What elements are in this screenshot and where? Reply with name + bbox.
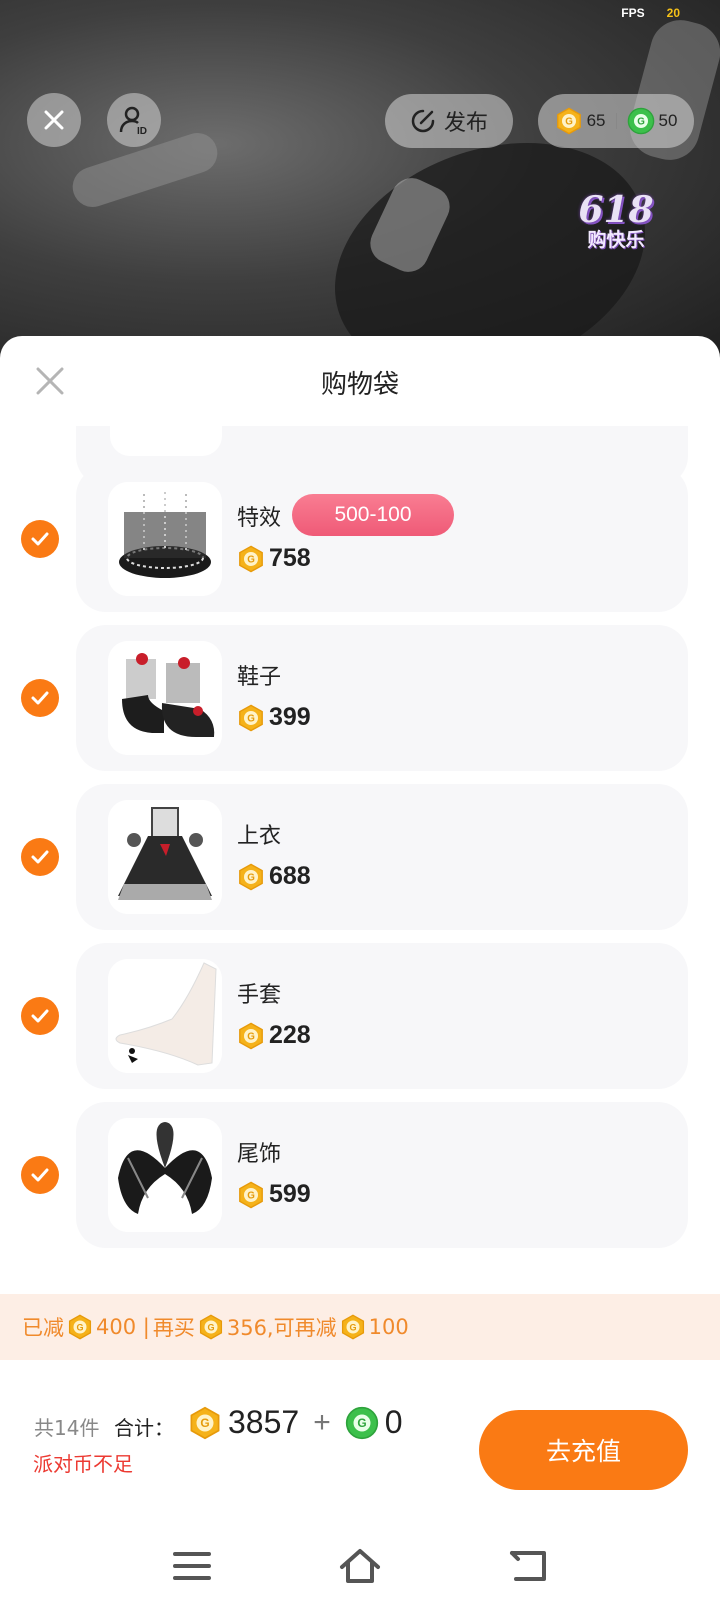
shoes-thumbnail [108, 641, 222, 755]
item-price-value: 758 [269, 544, 311, 572]
publish-button[interactable]: 发布 [385, 94, 513, 148]
profile-id-button[interactable]: ID [107, 93, 161, 147]
gold-coin-icon [237, 545, 265, 573]
recharge-button[interactable]: 去充值 [479, 1410, 688, 1490]
check-icon [31, 532, 49, 546]
item-price-value: 688 [269, 862, 311, 890]
menu-icon [173, 1552, 211, 1580]
promo-618-banner[interactable]: 618 购快乐 [566, 180, 666, 260]
gold-coin-icon [237, 863, 265, 891]
green-coin-icon [345, 1406, 379, 1440]
gold-coin-icon [67, 1314, 93, 1340]
gold-coin-icon [340, 1314, 366, 1340]
check-icon [31, 1168, 49, 1182]
item-name: 尾饰 [237, 1142, 282, 1167]
gold-coin-icon [188, 1406, 222, 1440]
item-price: 758 [237, 544, 311, 573]
item-checkbox[interactable] [21, 1156, 59, 1194]
checkout-footer: 共14件 合计： 3857 + 0 派对币不足 去充值 [0, 1376, 720, 1496]
dress-thumbnail [108, 800, 222, 914]
check-icon [31, 691, 49, 705]
item-checkbox[interactable] [21, 838, 59, 876]
gold-total: 3857 [228, 1404, 300, 1440]
discount-info-bar: 已减 400 | 再买 356,可再减 100 [0, 1294, 720, 1360]
item-price-value: 399 [269, 703, 311, 731]
item-checkbox[interactable] [21, 997, 59, 1035]
green-coin-icon [627, 107, 655, 135]
fps-counter: FPS 20 [621, 6, 680, 20]
item-card[interactable]: 鞋子 399 [76, 625, 688, 771]
plus-sign: + [313, 1405, 331, 1439]
close-icon [44, 110, 64, 130]
buy-more-label: 再买 [152, 1316, 195, 1340]
item-card[interactable]: 手套 228 [76, 943, 688, 1089]
cart-item-list[interactable]: 特效 500-100 758 鞋子 399 上衣 688 手套 228 尾饰 5… [0, 426, 720, 1266]
fps-value: 20 [666, 6, 680, 20]
item-name: 手套 [237, 983, 282, 1008]
gold-coin-icon [237, 1022, 265, 1050]
gold-coin-icon [237, 704, 265, 732]
game-scene-background: FPS 20 ID 发布 65 50 618 购快乐 [0, 0, 720, 360]
item-price-value: 228 [269, 1021, 311, 1049]
system-navigation-bar [0, 1536, 720, 1600]
glove-thumbnail [108, 959, 222, 1073]
item-name: 特效 [237, 506, 282, 531]
item-price: 399 [237, 703, 311, 732]
next-reduce-value: 100 [368, 1315, 409, 1339]
menu-nav-button[interactable] [162, 1536, 222, 1596]
sheet-header: 购物袋 [0, 336, 720, 426]
back-icon [510, 1551, 546, 1581]
item-price: 599 [237, 1180, 311, 1209]
user-id-icon: ID [119, 106, 147, 136]
tail-thumbnail [108, 1118, 222, 1232]
green-total: 0 [384, 1404, 403, 1440]
item-name: 上衣 [237, 824, 282, 849]
effect-ring-thumbnail [108, 482, 222, 596]
item-name: 鞋子 [237, 665, 282, 690]
home-icon [340, 1549, 380, 1583]
item-checkbox[interactable] [21, 520, 59, 558]
check-icon [31, 1009, 49, 1023]
item-thumbnail [110, 426, 222, 456]
currency-balance[interactable]: 65 50 [538, 94, 694, 148]
list-item[interactable]: 特效 500-100 758 [0, 466, 720, 612]
close-scene-button[interactable] [27, 93, 81, 147]
list-item[interactable]: 手套 228 [0, 943, 720, 1089]
gold-balance: 65 [586, 111, 606, 130]
publish-label: 发布 [443, 111, 488, 136]
sheet-title: 购物袋 [320, 370, 399, 400]
discount-badge: 500-100 [292, 494, 454, 536]
gold-coin-icon [555, 107, 583, 135]
green-balance: 50 [658, 111, 678, 130]
total-label: 合计： [114, 1416, 174, 1440]
svg-text:ID: ID [137, 126, 147, 136]
buy-more-value: 356,可再减 [226, 1316, 337, 1340]
item-card[interactable]: 尾饰 599 [76, 1102, 688, 1248]
reduced-value: 400 | [96, 1315, 150, 1339]
list-item[interactable]: 尾饰 599 [0, 1102, 720, 1248]
divider [615, 113, 617, 129]
back-nav-button[interactable] [498, 1536, 558, 1596]
gold-coin-icon [237, 1181, 265, 1209]
home-nav-button[interactable] [330, 1536, 390, 1596]
promo-text: 购快乐 [587, 228, 645, 251]
gold-coin-icon [198, 1314, 224, 1340]
list-item[interactable]: 鞋子 399 [0, 625, 720, 771]
item-count: 共14件 [34, 1416, 100, 1440]
item-card[interactable]: 特效 500-100 758 [76, 466, 688, 612]
publish-icon [411, 109, 435, 133]
item-price: 688 [237, 862, 311, 891]
check-icon [31, 850, 49, 864]
list-item[interactable]: 上衣 688 [0, 784, 720, 930]
total-amount: 3857 + 0 [188, 1404, 403, 1441]
item-price: 228 [237, 1021, 311, 1050]
item-price-value: 599 [269, 1180, 311, 1208]
fps-label: FPS [621, 6, 645, 20]
insufficient-funds-warning: 派对币不足 [33, 1452, 133, 1476]
shopping-bag-sheet: 购物袋 特效 500-100 758 鞋子 399 上衣 688 手套 228 … [0, 336, 720, 1600]
reduced-label: 已减 [22, 1316, 64, 1340]
item-checkbox[interactable] [21, 679, 59, 717]
item-card[interactable]: 上衣 688 [76, 784, 688, 930]
